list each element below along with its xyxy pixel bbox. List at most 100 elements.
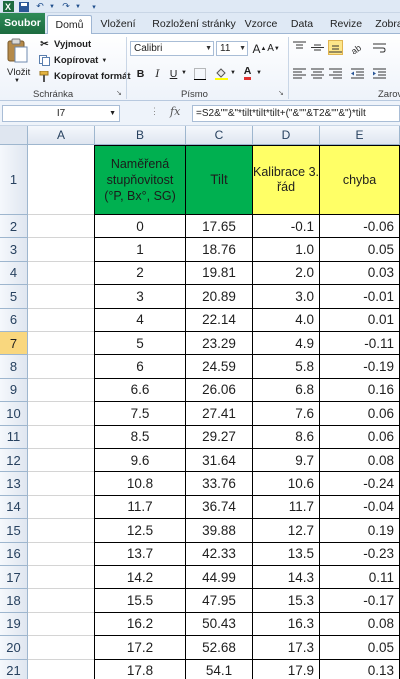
cell-d5[interactable]: 3.0 (253, 285, 320, 309)
cell-c11[interactable]: 29.27 (186, 425, 253, 449)
cell-d15[interactable]: 12.7 (253, 519, 320, 543)
cell-b8[interactable]: 6 (95, 355, 186, 379)
formula-input[interactable]: =S2&""&"*tilt*tilt*tilt+("&""&T2&""&")*t… (192, 105, 400, 122)
bold-button[interactable]: B (133, 66, 148, 81)
formula-bar-splitter-icon[interactable]: ⋮ (150, 106, 159, 117)
align-center-button[interactable] (310, 66, 325, 81)
column-header-d[interactable]: D (253, 126, 320, 145)
cell-a12[interactable] (28, 449, 95, 473)
cell-b9[interactable]: 6.6 (95, 378, 186, 403)
row-header-13[interactable]: 13 (0, 472, 28, 496)
cell-a15[interactable] (28, 519, 95, 543)
cut-button[interactable]: ✂ Vyjmout (38, 37, 91, 52)
cell-a19[interactable] (28, 612, 95, 637)
tab-formulas[interactable]: Vzorce (241, 15, 281, 34)
align-left-button[interactable] (292, 66, 307, 81)
tab-view[interactable]: Zobra (374, 15, 400, 34)
cell-b6[interactable]: 4 (95, 308, 186, 332)
name-box[interactable]: I7 ▼ (2, 105, 120, 122)
align-top-button[interactable] (292, 40, 307, 55)
cell-b17[interactable]: 14.2 (95, 566, 186, 590)
cell-e12[interactable]: 0.08 (320, 449, 400, 473)
cell-e16[interactable]: -0.23 (320, 542, 400, 566)
cell-c12[interactable]: 31.64 (186, 449, 253, 473)
cell-c13[interactable]: 33.76 (186, 472, 253, 496)
cell-e20[interactable]: 0.05 (320, 636, 400, 660)
cell-b1-header[interactable]: Naměřená stupňovitost (°P, Bx°, SG) (95, 145, 186, 215)
cell-e14[interactable]: -0.04 (320, 495, 400, 520)
redo-dropdown-icon[interactable]: ▼ (72, 1, 84, 12)
cell-e19[interactable]: 0.08 (320, 612, 400, 637)
tab-data[interactable]: Data (287, 15, 317, 34)
row-header-17[interactable]: 17 (0, 566, 28, 590)
cell-d11[interactable]: 8.6 (253, 425, 320, 449)
cell-e18[interactable]: -0.17 (320, 589, 400, 613)
font-color-button[interactable]: A (240, 65, 255, 80)
cell-c15[interactable]: 39.88 (186, 519, 253, 543)
tab-page-layout[interactable]: Rozložení stránky (146, 15, 242, 34)
row-header-8[interactable]: 8 (0, 355, 28, 379)
clipboard-launcher-icon[interactable]: ↘ (116, 89, 122, 97)
row-header-12[interactable]: 12 (0, 449, 28, 473)
cell-e11[interactable]: 0.06 (320, 425, 400, 449)
cell-c2[interactable]: 17.65 (186, 215, 253, 239)
cell-a7[interactable] (28, 332, 95, 356)
font-color-dropdown-icon[interactable]: ▼ (256, 70, 262, 76)
cell-d10[interactable]: 7.6 (253, 402, 320, 426)
cell-c14[interactable]: 36.74 (186, 495, 253, 520)
save-icon[interactable] (18, 1, 30, 12)
cell-b3[interactable]: 1 (95, 238, 186, 262)
grow-font-button[interactable]: A ▲ (252, 41, 267, 56)
cell-d14[interactable]: 11.7 (253, 495, 320, 520)
cell-e9[interactable]: 0.16 (320, 378, 400, 403)
cell-e4[interactable]: 0.03 (320, 261, 400, 286)
cell-c7[interactable]: 23.29 (186, 332, 253, 356)
tab-review[interactable]: Revize (328, 15, 364, 34)
align-middle-button[interactable] (310, 40, 325, 55)
font-launcher-icon[interactable]: ↘ (278, 89, 284, 97)
cell-b16[interactable]: 13.7 (95, 542, 186, 566)
cell-d20[interactable]: 17.3 (253, 636, 320, 660)
row-header-2[interactable]: 2 (0, 215, 28, 239)
cell-c17[interactable]: 44.99 (186, 566, 253, 590)
cell-e13[interactable]: -0.24 (320, 472, 400, 496)
select-all-button[interactable] (0, 126, 28, 145)
cell-a11[interactable] (28, 425, 95, 449)
row-header-4[interactable]: 4 (0, 261, 28, 286)
cell-e5[interactable]: -0.01 (320, 285, 400, 309)
wrap-text-button[interactable] (372, 40, 387, 55)
cell-a1[interactable] (28, 145, 95, 215)
underline-dropdown-icon[interactable]: ▼ (181, 70, 187, 76)
cell-e1-header[interactable]: chyba (320, 145, 400, 215)
cell-b12[interactable]: 9.6 (95, 449, 186, 473)
cell-d12[interactable]: 9.7 (253, 449, 320, 473)
cell-c10[interactable]: 27.41 (186, 402, 253, 426)
cell-b5[interactable]: 3 (95, 285, 186, 309)
cell-a8[interactable] (28, 355, 95, 379)
cell-a13[interactable] (28, 472, 95, 496)
row-header-11[interactable]: 11 (0, 425, 28, 449)
row-header-6[interactable]: 6 (0, 308, 28, 332)
column-header-b[interactable]: B (95, 126, 186, 145)
row-header-5[interactable]: 5 (0, 285, 28, 309)
cell-c9[interactable]: 26.06 (186, 378, 253, 403)
row-header-20[interactable]: 20 (0, 636, 28, 660)
customize-icon[interactable]: ▾ (88, 1, 100, 12)
fill-color-dropdown-icon[interactable]: ▼ (230, 70, 236, 76)
cell-b10[interactable]: 7.5 (95, 402, 186, 426)
cell-c21[interactable]: 54.1 (186, 659, 253, 679)
align-right-button[interactable] (328, 66, 343, 81)
align-bottom-button[interactable] (328, 40, 343, 55)
undo-icon[interactable]: ↶ (34, 1, 46, 12)
cell-d9[interactable]: 6.8 (253, 378, 320, 403)
cell-a14[interactable] (28, 495, 95, 520)
cell-d2[interactable]: -0.1 (253, 215, 320, 239)
cell-c8[interactable]: 24.59 (186, 355, 253, 379)
row-header-18[interactable]: 18 (0, 589, 28, 613)
row-header-15[interactable]: 15 (0, 519, 28, 543)
cell-d8[interactable]: 5.8 (253, 355, 320, 379)
cell-e17[interactable]: 0.11 (320, 566, 400, 590)
redo-icon[interactable]: ↷ (60, 1, 72, 12)
cell-e8[interactable]: -0.19 (320, 355, 400, 379)
fill-color-button[interactable] (214, 66, 229, 81)
